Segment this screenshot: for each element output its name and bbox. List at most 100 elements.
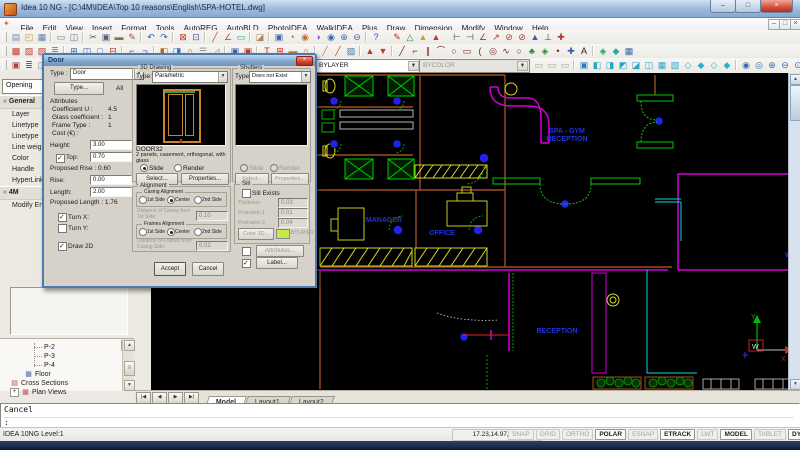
rectangle-icon[interactable]: ▭ bbox=[461, 45, 473, 57]
paste-icon[interactable]: ▬ bbox=[113, 31, 125, 43]
copy-icon[interactable]: ▣ bbox=[100, 31, 112, 43]
command-prompt[interactable]: : bbox=[4, 417, 794, 427]
tree-item-p-2[interactable]: P-2 bbox=[0, 343, 120, 352]
toolbar-grip[interactable] bbox=[2, 46, 7, 56]
undo-icon[interactable]: ↶ bbox=[145, 31, 157, 43]
markup-pencil-icon[interactable]: ✎ bbox=[391, 31, 403, 43]
rise-field[interactable]: 0.00 bbox=[90, 175, 132, 185]
window-close-button[interactable]: × bbox=[760, 0, 793, 13]
match-3-icon[interactable]: ▭ bbox=[559, 59, 571, 71]
mdi-close-icon[interactable]: × bbox=[790, 19, 800, 30]
zoom-previous-icon[interactable]: ◎ bbox=[753, 59, 765, 71]
orbit-2-icon[interactable]: ◆ bbox=[695, 59, 707, 71]
dim-off2-icon[interactable]: ⊘ bbox=[516, 31, 528, 43]
cancel-button[interactable]: Cancel bbox=[192, 262, 224, 276]
top-field[interactable]: 0.70 bbox=[90, 152, 132, 162]
tri-up-icon[interactable]: ▲ bbox=[364, 45, 376, 57]
select-red-icon[interactable]: ⊠ bbox=[177, 31, 189, 43]
canvas-scrollbar[interactable]: ▲ ▼ bbox=[788, 73, 800, 390]
status-toggle-tablet[interactable]: TABLET bbox=[754, 429, 786, 440]
zoom-extents-icon[interactable]: ⊙ bbox=[792, 59, 800, 71]
drawing3d-type-select[interactable]: Parametric ▼ bbox=[152, 71, 228, 83]
frames-1st-radio[interactable] bbox=[139, 228, 147, 236]
tree-item-plan-views[interactable]: +▦ Plan Views bbox=[0, 388, 120, 397]
chevron-down-icon[interactable]: ▼ bbox=[218, 72, 227, 82]
dialog-title[interactable]: Door bbox=[44, 55, 315, 66]
hatch-icon[interactable]: ✚ bbox=[565, 45, 577, 57]
circle-icon[interactable]: ◎ bbox=[487, 45, 499, 57]
mod-cyan-icon[interactable]: ◆ bbox=[610, 45, 622, 57]
markup-warning-icon[interactable]: ▲ bbox=[417, 31, 429, 43]
print-icon[interactable]: ▭ bbox=[55, 31, 67, 43]
status-toggle-model[interactable]: MODEL bbox=[720, 429, 751, 440]
tree-plant-icon[interactable]: ♣ bbox=[526, 45, 538, 57]
print-preview-icon[interactable]: ◫ bbox=[68, 31, 80, 43]
frames-center-radio[interactable] bbox=[167, 228, 175, 236]
tree-item-floor[interactable]: ▦ Floor bbox=[0, 370, 120, 379]
dim-off1-icon[interactable]: ⊘ bbox=[503, 31, 515, 43]
view-iso-4-icon[interactable]: ◪ bbox=[630, 59, 642, 71]
accept-button[interactable]: Accept bbox=[154, 262, 186, 276]
dim-vert-icon[interactable]: ⊥ bbox=[542, 31, 554, 43]
mod-green-icon[interactable]: ◈ bbox=[597, 45, 609, 57]
zoom-out-icon[interactable]: ⊖ bbox=[351, 31, 363, 43]
arc-3pt-icon[interactable]: ( bbox=[474, 45, 486, 57]
cut-icon[interactable]: ✂ bbox=[87, 31, 99, 43]
shutters-type-select[interactable]: Does not Exist ▼ bbox=[249, 71, 311, 83]
tree-scrollbar[interactable]: ▲ ≡ ▼ bbox=[122, 339, 134, 391]
markup-check-icon[interactable]: △ bbox=[404, 31, 416, 43]
scroll-up-icon[interactable]: ▲ bbox=[790, 74, 800, 85]
zoom-in-icon[interactable]: ⊕ bbox=[338, 31, 350, 43]
view-top-icon[interactable]: ▣ bbox=[578, 59, 590, 71]
attributes-checkbox[interactable] bbox=[242, 247, 251, 256]
dialog-close-icon[interactable]: × bbox=[296, 56, 313, 66]
turn-y-checkbox[interactable] bbox=[58, 224, 67, 233]
match-1-icon[interactable]: ▭ bbox=[533, 59, 545, 71]
tree-item-p-3[interactable]: P-3 bbox=[0, 352, 120, 361]
orbit-4-icon[interactable]: ◆ bbox=[721, 59, 733, 71]
opening-icon[interactable]: ▨ bbox=[23, 45, 35, 57]
type-button[interactable]: Type... bbox=[54, 82, 104, 95]
collapse-icon[interactable]: « bbox=[3, 189, 7, 196]
status-toggle-ortho[interactable]: ORTHO bbox=[562, 429, 593, 440]
line-icon[interactable]: ╱ bbox=[396, 45, 408, 57]
view-iso-3-icon[interactable]: ◩ bbox=[617, 59, 629, 71]
slide-radio[interactable] bbox=[140, 164, 148, 172]
pencil-1-icon[interactable]: ╱ bbox=[319, 45, 331, 57]
select-blue-icon[interactable]: ⊡ bbox=[190, 31, 202, 43]
pencil-2-icon[interactable]: ╱ bbox=[332, 45, 344, 57]
render-radio[interactable] bbox=[174, 164, 182, 172]
brush-icon[interactable]: ▨ bbox=[345, 45, 357, 57]
status-toggle-dyn[interactable]: DYN bbox=[788, 429, 800, 440]
pencil-angle-icon[interactable]: ∠ bbox=[222, 31, 234, 43]
save-icon[interactable]: ▦ bbox=[36, 31, 48, 43]
scroll-down-icon[interactable]: ▼ bbox=[790, 379, 800, 390]
dim-aligned-icon[interactable]: ⊣ bbox=[464, 31, 476, 43]
view-iso-2-icon[interactable]: ◨ bbox=[604, 59, 616, 71]
casing-center-radio[interactable] bbox=[167, 196, 175, 204]
markup-flag-icon[interactable]: ▲ bbox=[430, 31, 442, 43]
dim-leader-icon[interactable]: ↗ bbox=[490, 31, 502, 43]
ellipse-icon[interactable]: ○ bbox=[513, 45, 525, 57]
collapse-icon[interactable]: « bbox=[3, 98, 7, 105]
status-toggle-esnap[interactable]: ESNAP bbox=[628, 429, 658, 440]
help-icon[interactable]: ? bbox=[370, 31, 382, 43]
scroll-down-icon[interactable]: ▼ bbox=[124, 380, 135, 391]
frames-2nd-radio[interactable] bbox=[194, 228, 202, 236]
tree-expander-icon[interactable]: + bbox=[10, 388, 19, 397]
window-minimize-button[interactable]: – bbox=[710, 0, 736, 13]
camera-icon[interactable]: ◑ bbox=[312, 31, 324, 43]
casing-2nd-radio[interactable] bbox=[194, 196, 202, 204]
dim-linear-icon[interactable]: ⊢ bbox=[451, 31, 463, 43]
open-icon[interactable]: ◰ bbox=[23, 31, 35, 43]
make-block-icon[interactable]: ▣ bbox=[10, 59, 22, 71]
scrollbar-thumb[interactable]: ≡ bbox=[124, 361, 135, 376]
view-iso-6-icon[interactable]: ▦ bbox=[656, 59, 668, 71]
format-painter-icon[interactable]: ✎ bbox=[126, 31, 138, 43]
chevron-down-icon[interactable]: ▼ bbox=[301, 72, 310, 82]
screen-icon[interactable]: ▣ bbox=[273, 31, 285, 43]
scroll-up-icon[interactable]: ▲ bbox=[124, 340, 135, 351]
command-line[interactable]: Cancel : bbox=[0, 403, 800, 429]
dim-cross-icon[interactable]: ✚ bbox=[555, 31, 567, 43]
view-iso-1-icon[interactable]: ◧ bbox=[591, 59, 603, 71]
